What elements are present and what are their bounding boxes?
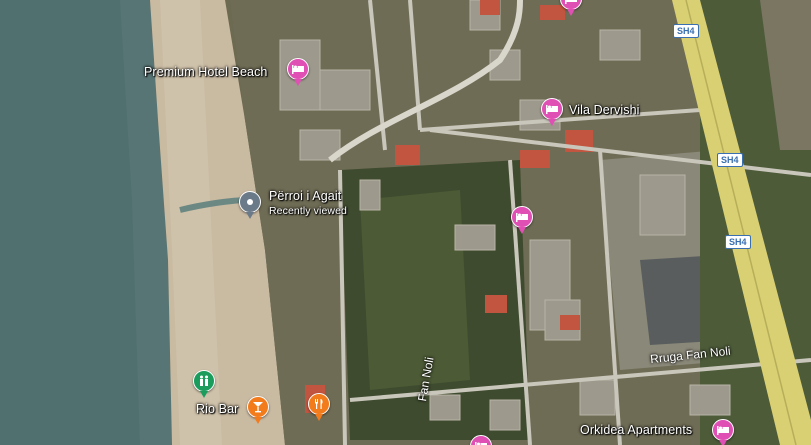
perroi-label[interactable]: Përroi i Agait	[269, 189, 341, 203]
perroi-pin[interactable]	[239, 191, 261, 219]
hotel-bed-icon	[717, 425, 729, 435]
hotel-bed-icon	[292, 64, 304, 74]
sh4-shield-1: SH4	[673, 24, 699, 38]
rio-bar-label[interactable]: Rio Bar	[196, 402, 238, 416]
hotel-pin-unlabeled[interactable]	[511, 206, 533, 234]
cocktail-icon	[252, 401, 264, 413]
sh4-shield-3: SH4	[725, 235, 751, 249]
vila-dervishi-pin[interactable]	[541, 98, 563, 126]
park-pin[interactable]	[193, 370, 215, 398]
satellite-map[interactable]: SH4 SH4 SH4 Rruga Fan Noli Fan Noli Prem…	[0, 0, 811, 445]
premium-hotel-label[interactable]: Premium Hotel Beach	[144, 65, 267, 79]
recently-viewed-label: Recently viewed	[269, 205, 347, 217]
hotel-bed-icon	[516, 212, 528, 222]
orkidea-pin[interactable]	[712, 419, 734, 445]
vila-dervishi-label[interactable]: Vila Dervishi	[569, 103, 640, 117]
restaurant-pin[interactable]	[308, 393, 330, 421]
map-imagery	[0, 0, 811, 445]
restaurant-icon	[313, 398, 325, 410]
hotel-bed-icon	[546, 104, 558, 114]
premium-hotel-pin[interactable]	[287, 58, 309, 86]
hotel-bed-icon	[565, 0, 577, 4]
park-icon	[198, 375, 210, 387]
rio-bar-pin[interactable]	[247, 396, 269, 424]
orkidea-label[interactable]: Orkidea Apartments	[580, 423, 692, 437]
hotel-bed-icon	[475, 441, 487, 445]
sh4-shield-2: SH4	[717, 153, 743, 167]
place-pin-icon	[246, 198, 254, 206]
